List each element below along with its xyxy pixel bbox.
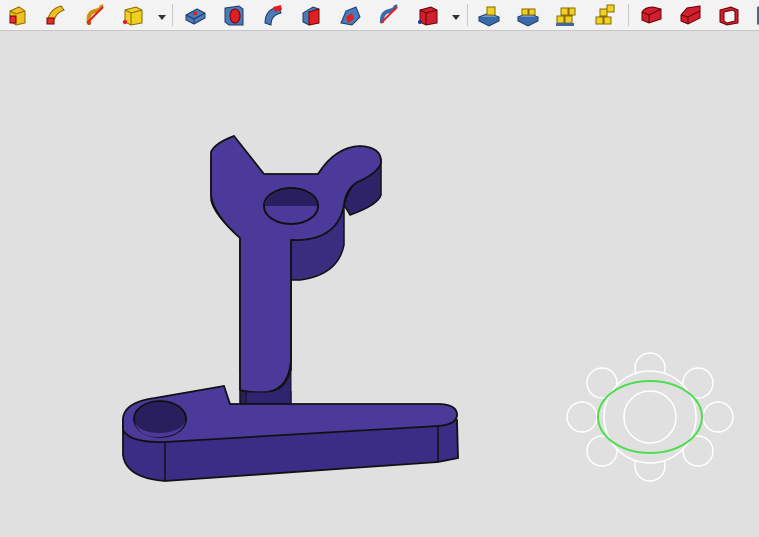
chevron-down-icon[interactable] — [157, 8, 167, 20]
fillet-icon[interactable] — [118, 1, 148, 29]
pad-icon[interactable] — [180, 1, 210, 29]
toolbar-separator — [628, 4, 629, 26]
3d-viewport[interactable] — [0, 31, 759, 533]
extrude-icon[interactable] — [2, 1, 32, 29]
chamfer-icon[interactable] — [296, 1, 326, 29]
common-icon[interactable] — [551, 1, 581, 29]
overflow-icon[interactable] — [752, 1, 759, 29]
slice-icon[interactable] — [590, 1, 620, 29]
part-model[interactable] — [0, 31, 759, 533]
toolbar — [0, 0, 759, 31]
thickness-icon[interactable] — [714, 1, 744, 29]
toolbar-separator — [467, 4, 468, 26]
navigation-cube-icon[interactable] — [566, 352, 734, 482]
pocket-icon[interactable] — [219, 1, 249, 29]
revolve-icon[interactable] — [40, 1, 70, 29]
twist-icon[interactable] — [374, 1, 404, 29]
mirror-icon[interactable] — [80, 1, 110, 29]
draft-icon[interactable] — [335, 1, 365, 29]
fillet-edge-icon[interactable] — [636, 1, 666, 29]
toolbar-separator — [172, 4, 173, 26]
chamfer-edge-icon[interactable] — [675, 1, 705, 29]
chevron-down-icon[interactable] — [451, 8, 461, 20]
box-icon[interactable] — [413, 1, 443, 29]
fuse-icon[interactable] — [513, 1, 543, 29]
groove-icon[interactable] — [258, 1, 288, 29]
column-front-face — [239, 240, 292, 394]
cut-icon[interactable] — [474, 1, 504, 29]
